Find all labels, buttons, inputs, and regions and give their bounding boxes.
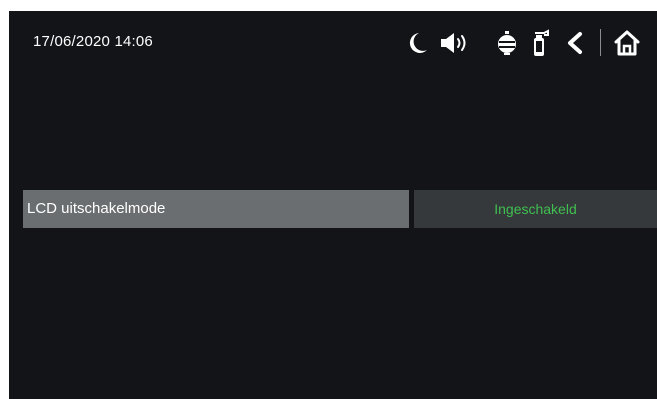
fire-extinguisher-icon[interactable] (530, 29, 550, 57)
setting-value-toggle[interactable]: Ingeschakeld (414, 190, 657, 228)
setting-row-lcd-mode: LCD uitschakelmode Ingeschakeld (23, 190, 657, 228)
setting-label-cell: LCD uitschakelmode (23, 190, 409, 228)
speaker-icon[interactable] (440, 32, 470, 54)
intercom-screen: 17/06/2020 14:06 LCD uitschakelmode Inge… (9, 11, 657, 399)
moon-icon[interactable] (406, 31, 428, 55)
back-icon[interactable] (566, 31, 584, 55)
setting-label: LCD uitschakelmode (27, 200, 166, 217)
home-icon[interactable] (613, 29, 641, 57)
doorbell-icon[interactable] (496, 30, 518, 56)
datetime: 17/06/2020 14:06 (33, 33, 153, 50)
icon-divider (600, 29, 601, 56)
